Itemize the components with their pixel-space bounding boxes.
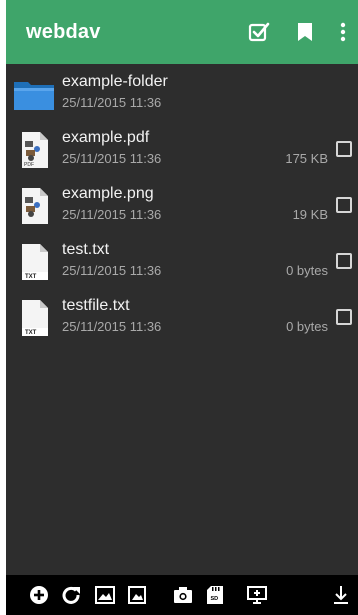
file-name: example-folder [62,73,168,90]
file-size: 0 bytes [286,263,328,278]
file-row-example-png[interactable]: example.png 25/11/2015 11:36 19 KB [6,176,358,232]
pdf-file-icon: PDF [14,130,54,170]
file-size: 0 bytes [286,319,328,334]
refresh-icon[interactable] [56,575,86,615]
app-bar-actions [236,0,358,64]
file-row-testfile-txt[interactable]: TXT testfile.txt 25/11/2015 11:36 0 byte… [6,288,358,344]
file-size: 175 KB [285,151,328,166]
app-title: webdav [26,20,101,43]
folder-icon [14,74,54,114]
file-name: test.txt [62,241,110,258]
file-date: 25/11/2015 11:36 [62,207,162,222]
file-type-badge: PDF [24,162,34,168]
text-file-icon: TXT [14,242,54,282]
gallery-icon[interactable] [122,575,152,615]
cast-screen-icon[interactable] [242,575,272,615]
camera-icon[interactable] [168,575,198,615]
file-date: 25/11/2015 11:36 [62,95,162,110]
file-date: 25/11/2015 11:36 [62,151,162,166]
file-row-example-pdf[interactable]: PDF example.pdf 25/11/2015 11:36 175 KB [6,120,358,176]
bottom-toolbar: SD [6,575,358,615]
file-name: example.png [62,185,154,202]
file-name: testfile.txt [62,297,130,314]
app-window: webdav example-folder 25/11/2015 11:36 P… [6,0,358,615]
image-icon[interactable] [90,575,120,615]
file-date: 25/11/2015 11:36 [62,263,162,278]
svg-text:SD: SD [211,596,219,602]
file-size: 19 KB [292,207,328,222]
file-select-checkbox[interactable] [336,197,352,213]
image-file-icon [14,186,54,226]
text-file-icon: TXT [14,298,54,338]
file-date: 25/11/2015 11:36 [62,319,162,334]
file-type-badge: TXT [25,330,37,336]
download-icon[interactable] [326,575,356,615]
file-type-badge: TXT [25,274,37,280]
bookmark-icon[interactable] [282,0,328,64]
file-select-checkbox[interactable] [336,309,352,325]
add-icon[interactable] [24,575,54,615]
file-name: example.pdf [62,129,150,146]
more-vert-icon[interactable] [328,0,358,64]
file-list: example-folder 25/11/2015 11:36 PDF exam… [6,64,358,344]
file-row-test-txt[interactable]: TXT test.txt 25/11/2015 11:36 0 bytes [6,232,358,288]
select-all-icon[interactable] [236,0,282,64]
app-bar: webdav [6,0,358,64]
sd-card-icon[interactable]: SD [200,575,230,615]
file-row-example-folder[interactable]: example-folder 25/11/2015 11:36 [6,64,358,120]
file-select-checkbox[interactable] [336,253,352,269]
file-select-checkbox[interactable] [336,141,352,157]
